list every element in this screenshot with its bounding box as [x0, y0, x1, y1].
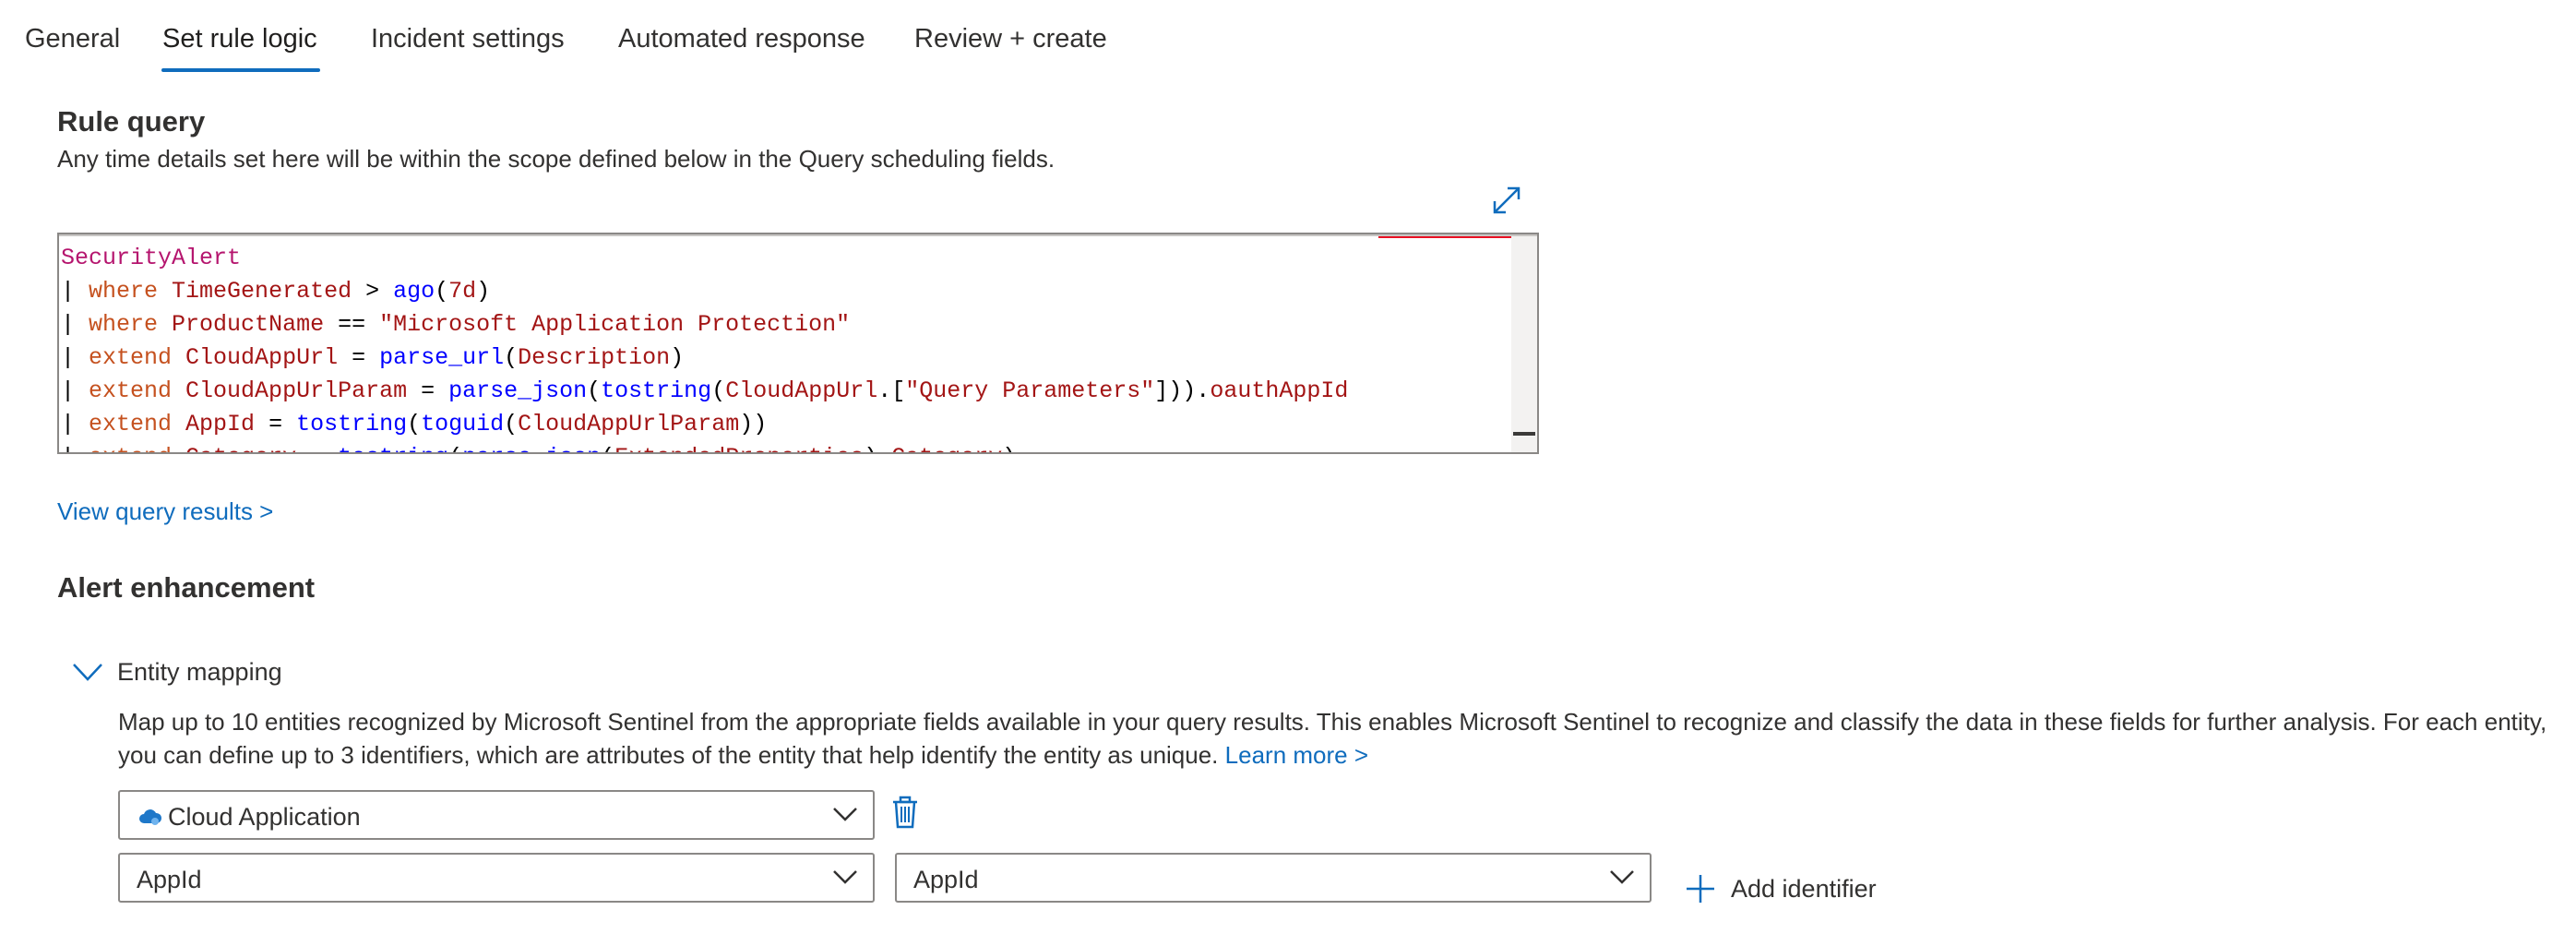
identifier-value: AppId	[137, 866, 202, 893]
alert-enhancement-title: Alert enhancement	[57, 571, 316, 604]
tab-automated-response[interactable]: Automated response	[618, 24, 865, 54]
identifier-dropdown[interactable]: AppId	[118, 853, 875, 903]
entity-mapping-toggle[interactable]: Entity mapping	[117, 658, 282, 687]
rule-query-title: Rule query	[57, 105, 206, 138]
chevron-down-icon	[833, 870, 857, 884]
chevron-down-icon[interactable]	[72, 662, 103, 682]
editor-scrollbar[interactable]	[1511, 236, 1537, 452]
code-line-5: | extend CloudAppUrlParam = parse_json(t…	[61, 377, 1349, 404]
plus-icon	[1687, 875, 1714, 903]
view-query-results-link[interactable]: View query results >	[57, 497, 273, 526]
query-editor[interactable]: SecurityAlert | where TimeGenerated > ag…	[57, 233, 1539, 454]
column-value: AppId	[913, 866, 979, 893]
code-line-1: SecurityAlert	[61, 245, 242, 271]
expand-icon[interactable]	[1491, 185, 1522, 216]
chevron-down-icon	[833, 808, 857, 821]
editor-scroll-thumb[interactable]	[1513, 432, 1535, 436]
code-line-2: | where TimeGenerated > ago(7d)	[61, 278, 491, 305]
query-code[interactable]: SecurityAlert | where TimeGenerated > ag…	[61, 242, 1349, 452]
rule-query-description: Any time details set here will be within…	[57, 145, 1055, 173]
tab-set-rule-logic[interactable]: Set rule logic	[162, 24, 317, 54]
chevron-down-icon	[1610, 870, 1634, 884]
active-tab-indicator	[161, 68, 320, 72]
column-dropdown[interactable]: AppId	[895, 853, 1652, 903]
tab-review-create[interactable]: Review + create	[914, 24, 1107, 54]
entity-mapping-description: Map up to 10 entities recognized by Micr…	[118, 708, 2547, 769]
code-line-3: | where ProductName == "Microsoft Applic…	[61, 311, 851, 338]
tab-general[interactable]: General	[25, 24, 120, 54]
trash-icon[interactable]	[891, 796, 919, 829]
learn-more-link[interactable]: Learn more >	[1225, 741, 1368, 769]
entity-type-value: Cloud Application	[168, 803, 361, 831]
cloud-icon	[138, 807, 162, 827]
tab-incident-settings[interactable]: Incident settings	[371, 24, 565, 54]
entity-type-dropdown[interactable]: Cloud Application	[118, 790, 875, 840]
add-identifier-label: Add identifier	[1731, 875, 1877, 903]
add-identifier-button[interactable]: Add identifier	[1685, 871, 1925, 908]
code-line-7: | extend Category = tostring(parse_json(…	[61, 444, 1016, 452]
code-line-4: | extend CloudAppUrl = parse_url(Descrip…	[61, 344, 685, 371]
code-line-6: | extend AppId = tostring(toguid(CloudAp…	[61, 411, 768, 437]
